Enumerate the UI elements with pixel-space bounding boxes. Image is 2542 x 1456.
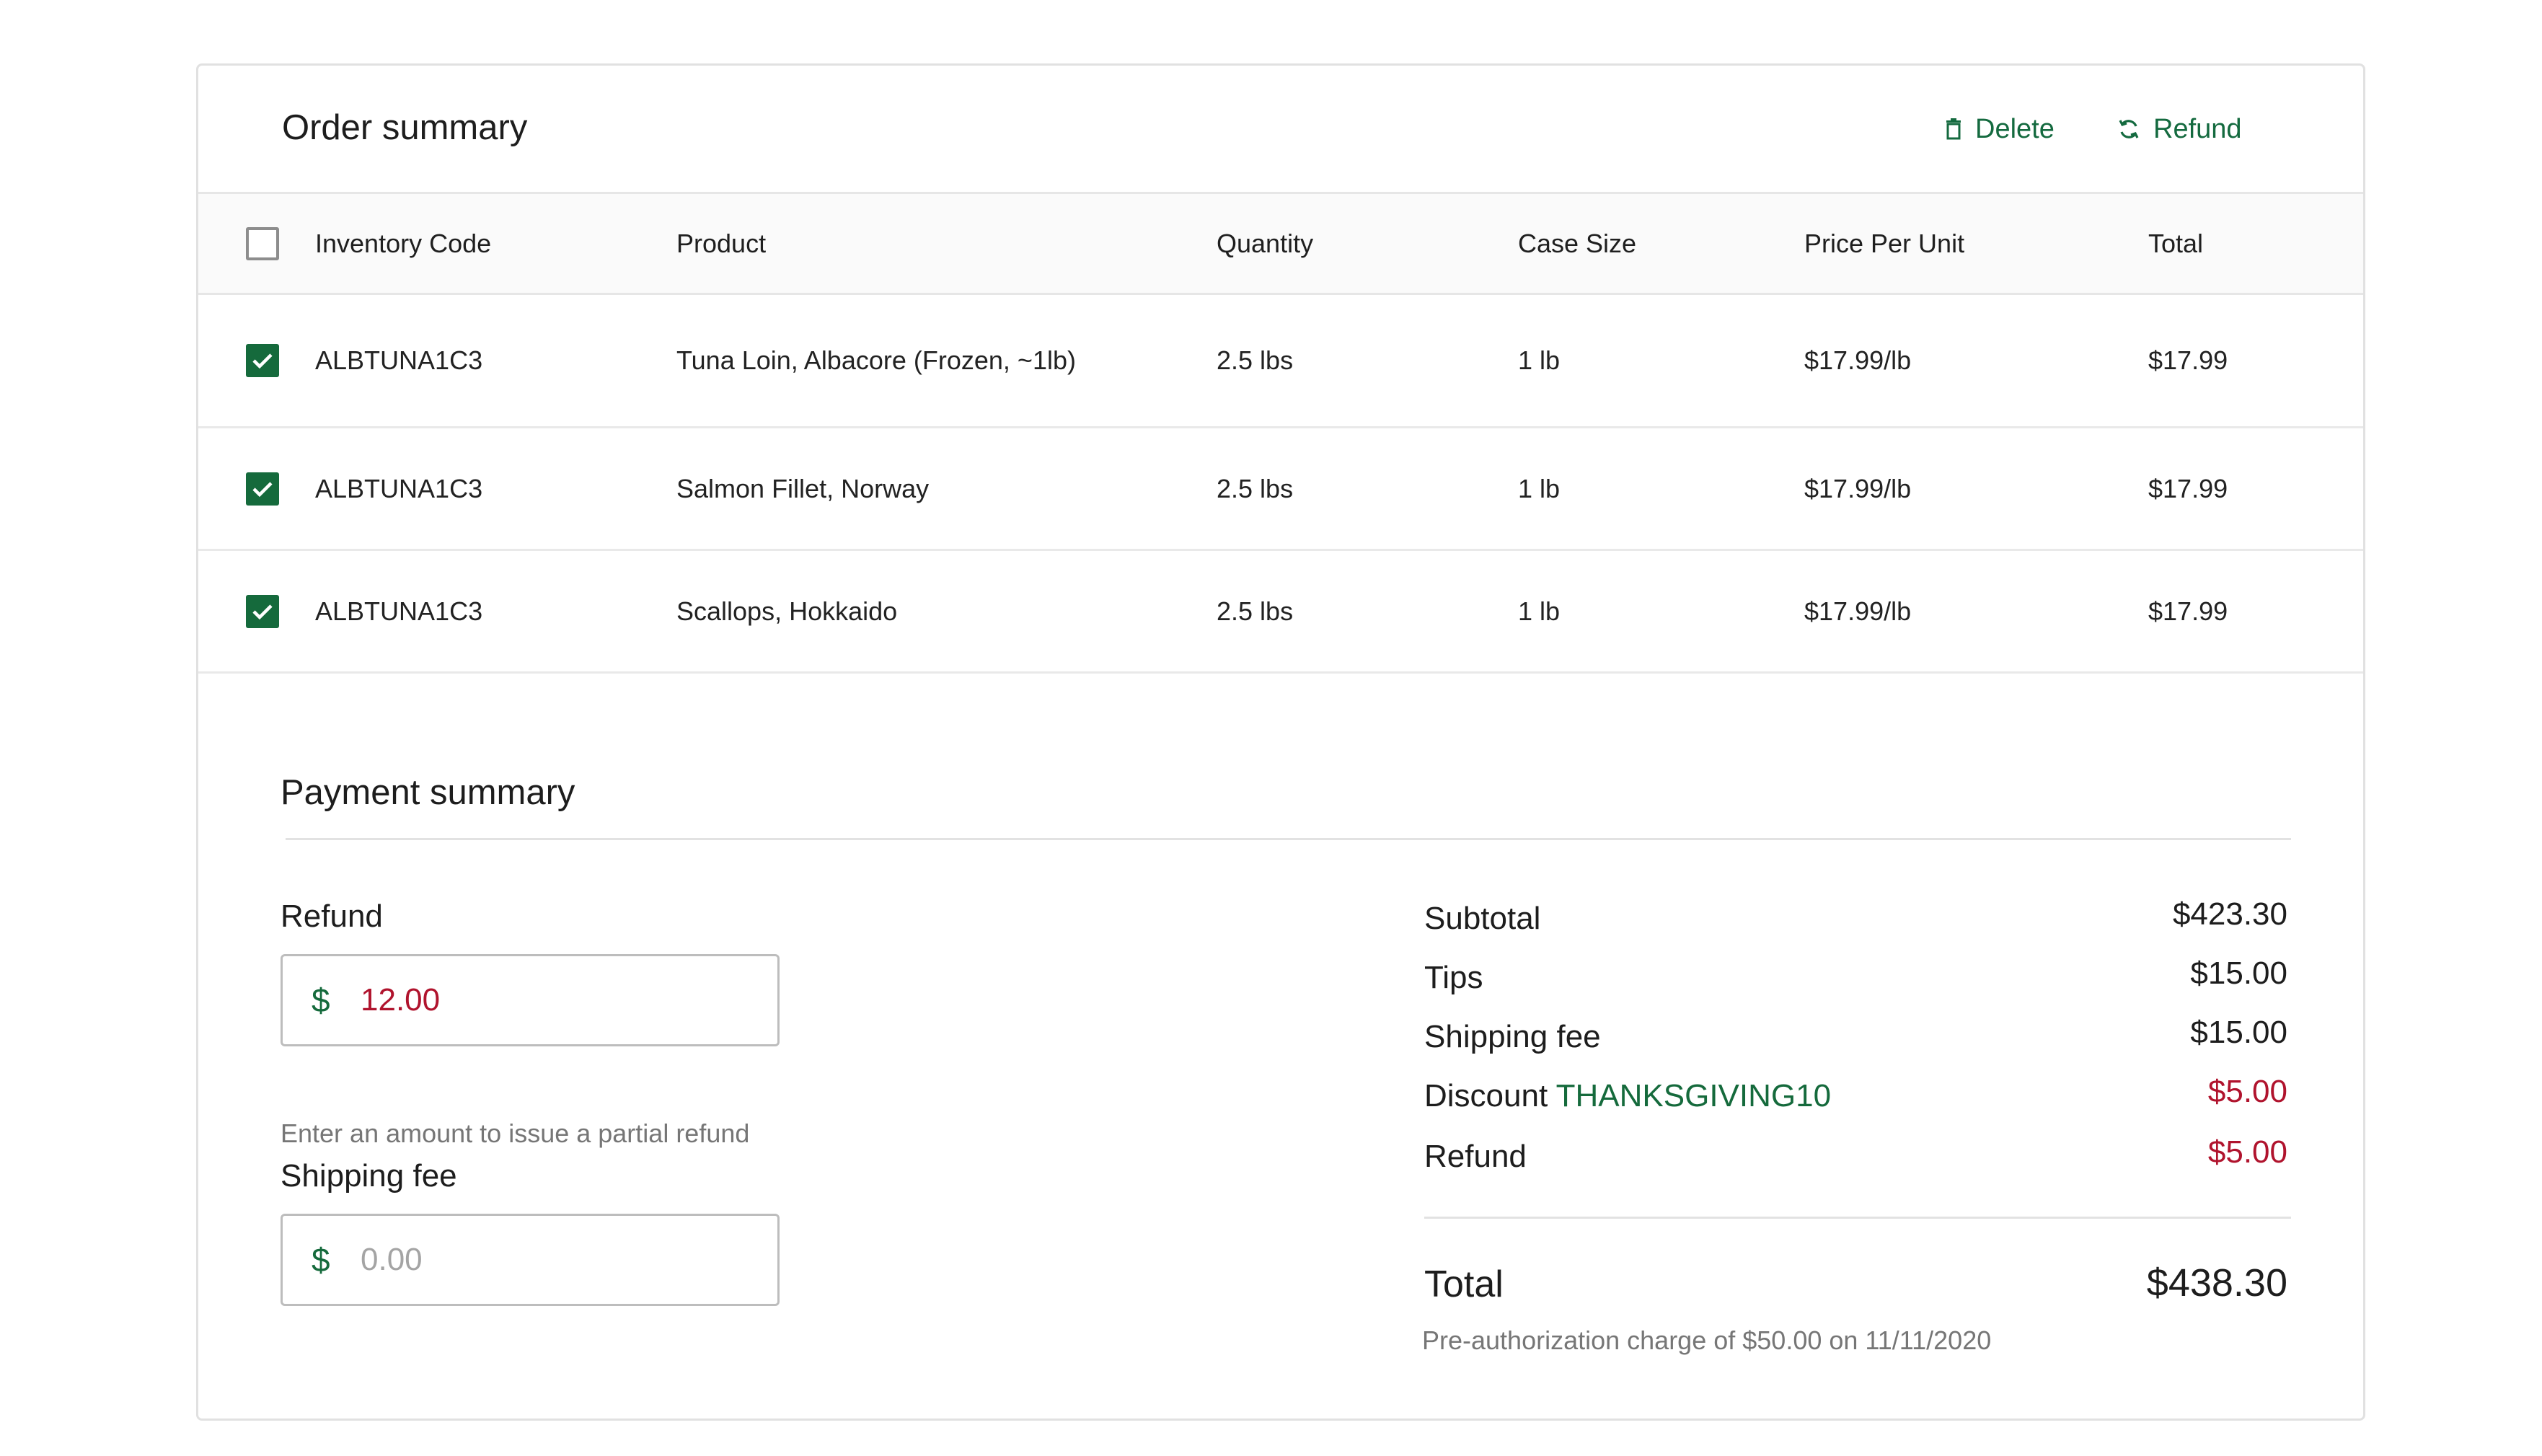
delete-button[interactable]: Delete <box>1945 110 2055 148</box>
shipping-fee-value: $15.00 <box>2190 1015 2287 1050</box>
shipping-field-label: Shipping fee <box>281 1158 457 1194</box>
refresh-icon <box>2119 120 2139 138</box>
discount-code: THANKSGIVING10 <box>1555 1078 1832 1113</box>
refund-button[interactable]: Refund <box>2117 110 2242 148</box>
cell-product: Scallops, Hokkaido <box>676 596 898 626</box>
discount-label-line: Discount THANKSGIVING10 <box>1424 1078 1831 1114</box>
order-summary-title: Order summary <box>282 108 528 147</box>
row-checkbox[interactable] <box>246 594 279 628</box>
cell-price-per-unit: $17.99/lb <box>1804 473 1912 503</box>
header-price-per-unit[interactable]: Price Per Unit <box>1804 224 1964 263</box>
checkmark-icon <box>252 481 273 497</box>
cell-product: Tuna Loin, Albacore (Frozen, ~1lb) <box>676 345 1076 375</box>
tips-value: $15.00 <box>2190 956 2287 991</box>
discount-label: Discount <box>1424 1078 1548 1113</box>
dollar-icon: $ <box>312 1241 330 1279</box>
payment-divider <box>286 838 2291 840</box>
header-case-size[interactable]: Case Size <box>1518 224 1636 263</box>
preauth-note: Pre-authorization charge of $50.00 on 11… <box>1422 1325 1992 1355</box>
cell-price-per-unit: $17.99/lb <box>1804 345 1912 375</box>
cell-price-per-unit: $17.99/lb <box>1804 596 1912 626</box>
subtotal-label: Subtotal <box>1424 901 1541 936</box>
total-value: $438.30 <box>2146 1261 2287 1305</box>
table-row[interactable]: ALBTUNA1C3 Tuna Loin, Albacore (Frozen, … <box>198 295 2363 428</box>
refund-label: Refund <box>2153 113 2242 144</box>
tips-label: Tips <box>1424 960 1483 995</box>
cell-total: $17.99 <box>2148 473 2228 503</box>
cell-quantity: 2.5 lbs <box>1217 596 1294 626</box>
header-quantity[interactable]: Quantity <box>1217 224 1313 263</box>
order-card: Order summary Delete Refund Inventory Co… <box>196 63 2365 1421</box>
cell-total: $17.99 <box>2148 345 2228 375</box>
cell-case-size: 1 lb <box>1518 596 1561 626</box>
table-header: Inventory Code Product Quantity Case Siz… <box>198 194 2363 295</box>
totals-divider <box>1424 1217 2291 1219</box>
delete-label: Delete <box>1975 113 2055 144</box>
header-product[interactable]: Product <box>676 224 1080 263</box>
table-row[interactable]: ALBTUNA1C3 Salmon Fillet, Norway 2.5 lbs… <box>198 428 2363 551</box>
header-total[interactable]: Total <box>2148 224 2203 263</box>
discount-value: $5.00 <box>2207 1074 2287 1109</box>
refund-amount-input[interactable] <box>361 974 750 1027</box>
table-row[interactable]: ALBTUNA1C3 Scallops, Hokkaido 2.5 lbs 1 … <box>198 551 2363 674</box>
cell-quantity: 2.5 lbs <box>1217 473 1294 503</box>
cell-quantity: 2.5 lbs <box>1217 345 1294 375</box>
cell-inventory-code: ALBTUNA1C3 <box>315 473 483 503</box>
shipping-fee-input[interactable] <box>361 1233 750 1287</box>
total-label: Total <box>1424 1263 1504 1305</box>
subtotal-value: $423.30 <box>2172 896 2287 932</box>
refund-line-value: $5.00 <box>2207 1134 2287 1170</box>
cell-product: Salmon Fillet, Norway <box>676 473 930 503</box>
shipping-fee-label: Shipping fee <box>1424 1019 1601 1054</box>
trash-icon <box>1946 118 1961 140</box>
checkmark-icon <box>252 604 273 619</box>
refund-line-label: Refund <box>1424 1139 1527 1174</box>
select-all-checkbox[interactable] <box>246 226 279 260</box>
row-checkbox[interactable] <box>246 344 279 377</box>
refund-helper-text: Enter an amount to issue a partial refun… <box>281 1119 750 1148</box>
row-checkbox[interactable] <box>246 472 279 506</box>
cell-total: $17.99 <box>2148 596 2228 626</box>
cell-case-size: 1 lb <box>1518 473 1561 503</box>
order-summary-header: Order summary Delete Refund <box>198 66 2363 194</box>
cell-case-size: 1 lb <box>1518 345 1561 375</box>
payment-summary-title: Payment summary <box>281 773 575 812</box>
shipping-input-box[interactable]: $ <box>281 1214 780 1306</box>
dollar-icon: $ <box>312 981 330 1019</box>
cell-inventory-code: ALBTUNA1C3 <box>315 345 483 375</box>
refund-input-box[interactable]: $ <box>281 954 780 1046</box>
cell-inventory-code: ALBTUNA1C3 <box>315 596 483 626</box>
checkmark-icon <box>252 353 273 369</box>
header-inventory-code[interactable]: Inventory Code <box>315 224 491 263</box>
refund-field-label: Refund <box>281 899 383 934</box>
